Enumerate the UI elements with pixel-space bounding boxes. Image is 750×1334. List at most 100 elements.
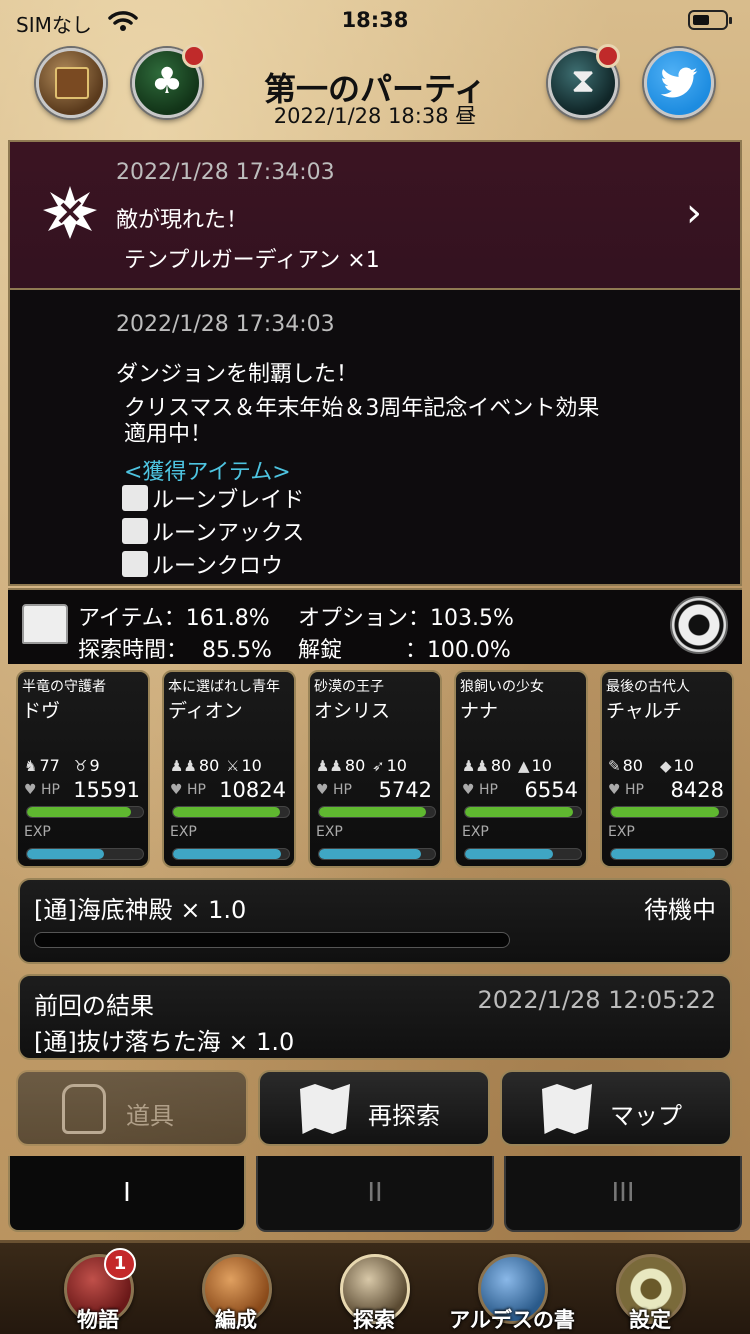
- hp-bar-fill: [27, 807, 132, 817]
- member-stat-2: ➶ 10: [372, 756, 407, 775]
- previous-result-datetime: 2022/1/28 12:05:22: [477, 986, 716, 1014]
- party-tab-2[interactable]: II: [256, 1156, 494, 1232]
- people-icon: ♟♟: [316, 757, 343, 775]
- event-log-panel[interactable]: 2022/1/28 17:34:03 敵が現れた！ テンプルガーディアン ×1 …: [8, 140, 742, 586]
- exp-bar-fill: [611, 849, 716, 859]
- party-tab-1[interactable]: I: [8, 1156, 246, 1232]
- axe-icon: [122, 518, 148, 544]
- header-datetime: 2022/1/28 18:38 昼: [273, 104, 477, 128]
- member-name: ナナ: [460, 700, 499, 722]
- exp-bar-fill: [173, 849, 281, 859]
- member-title: 最後の古代人: [606, 679, 690, 695]
- party-tab-3[interactable]: III: [504, 1156, 742, 1232]
- treasure-chest-icon: [22, 604, 68, 644]
- option-bonus: オプション：103.5%: [298, 606, 514, 631]
- hp-label: ♥ HP: [608, 782, 644, 798]
- member-stat-1: ♟♟ 80: [170, 756, 220, 775]
- mission-name: [通]海底神殿 × 1.0: [34, 896, 247, 924]
- hourglass-notification-badge: [596, 44, 620, 68]
- exp-bar: [464, 848, 582, 860]
- current-mission-panel[interactable]: [通]海底神殿 × 1.0 待機中: [18, 878, 732, 964]
- unlock-bonus: 解錠 ：100.0%: [298, 638, 511, 663]
- exp-bar: [318, 848, 436, 860]
- claw-icon: [122, 551, 148, 577]
- map-button-label: マップ: [610, 1102, 682, 1130]
- member-title: 砂漠の王子: [314, 679, 384, 695]
- log-entry-enemy[interactable]: 2022/1/28 17:34:03 敵が現れた！ テンプルガーディアン ×1 …: [10, 142, 740, 290]
- hp-value: 6554: [524, 778, 578, 802]
- log-timestamp: 2022/1/28 17:34:03: [116, 312, 335, 337]
- exp-bar: [172, 848, 290, 860]
- battery-icon: [688, 10, 732, 30]
- exp-label: EXP: [24, 824, 51, 840]
- log-event-effect-cont: 適用中！: [124, 422, 213, 447]
- hp-bar: [464, 806, 582, 818]
- nav-settings[interactable]: 設定: [570, 1304, 730, 1334]
- exp-bar-fill: [319, 849, 422, 859]
- bonus-summary-bar: アイテム：161.8% オプション：103.5% 探索時間： 85.5% 解錠 …: [8, 588, 742, 664]
- map-button[interactable]: マップ: [500, 1070, 732, 1146]
- member-stat-1: ✎ 80: [608, 756, 643, 775]
- feather-icon: ✎: [608, 757, 621, 775]
- member-name: チャルチ: [606, 700, 682, 722]
- mission-status: 待機中: [644, 896, 716, 924]
- item-row: ルーンクロウ: [122, 548, 283, 579]
- member-name: オシリス: [314, 700, 391, 722]
- previous-result-title: 前回の結果: [34, 992, 154, 1020]
- log-message: ダンジョンを制覇した！: [116, 362, 359, 387]
- hp-value: 5742: [378, 778, 432, 802]
- hp-value: 8428: [670, 778, 724, 802]
- people-icon: ♟♟: [170, 757, 197, 775]
- member-name: ディオン: [168, 700, 243, 722]
- hp-label: ♥ HP: [24, 782, 60, 798]
- exp-bar: [26, 848, 144, 860]
- search-time-bonus: 探索時間： 85.5%: [78, 638, 272, 663]
- previous-result-mission: [通]抜け落ちた海 × 1.0: [34, 1028, 295, 1056]
- items-button-label: 道具: [126, 1102, 174, 1130]
- item-row: ルーンブレイド: [122, 482, 304, 513]
- item-bonus: アイテム：161.8%: [78, 606, 270, 631]
- hp-bar: [26, 806, 144, 818]
- chevron-right-icon[interactable]: ›: [686, 190, 702, 236]
- member-stat-1: ♟♟ 80: [462, 756, 512, 775]
- party-member-card[interactable]: 最後の古代人 チャルチ ✎ 80 ◆ 10 ♥ HP 8428 EXP: [600, 670, 734, 868]
- member-stat-2: ⚔ 10: [226, 756, 262, 775]
- exp-label: EXP: [170, 824, 197, 840]
- party-member-card[interactable]: 本に選ばれし青年 ディオン ♟♟ 80 ⚔ 10 ♥ HP 10824 EXP: [162, 670, 296, 868]
- twitter-button[interactable]: [644, 48, 714, 118]
- sword-icon: [122, 485, 148, 511]
- log-timestamp: 2022/1/28 17:34:03: [116, 160, 335, 185]
- hp-value: 15591: [73, 778, 140, 802]
- exp-bar-fill: [27, 849, 104, 859]
- member-stat-1: ♞ 77: [24, 756, 60, 775]
- nav-formation[interactable]: 編成: [156, 1304, 316, 1334]
- party-member-card[interactable]: 半竜の守護者 ドヴ ♞ 77 ♉ 9 ♥ HP 15591 EXP: [16, 670, 150, 868]
- gear-icon[interactable]: [670, 596, 728, 654]
- previous-result-panel[interactable]: 前回の結果 2022/1/28 12:05:22 [通]抜け落ちた海 × 1.0: [18, 974, 732, 1060]
- nav-book[interactable]: アルデスの書: [432, 1304, 592, 1334]
- log-message: 敵が現れた！: [116, 208, 249, 233]
- party-member-card[interactable]: 砂漠の王子 オシリス ♟♟ 80 ➶ 10 ♥ HP 5742 EXP: [308, 670, 442, 868]
- member-title: 狼飼いの少女: [460, 679, 544, 695]
- exp-bar: [610, 848, 728, 860]
- item-row: ルーンアックス: [122, 515, 304, 546]
- re-explore-button[interactable]: 再探索: [258, 1070, 490, 1146]
- graduation-cap-icon: ◆: [660, 757, 672, 775]
- treasure-map-icon: [300, 1084, 350, 1134]
- nav-explore[interactable]: 探索: [294, 1304, 454, 1334]
- hp-label: ♥ HP: [170, 782, 206, 798]
- hp-bar-fill: [173, 807, 280, 817]
- horns-icon: ♉: [74, 757, 88, 775]
- hp-bar-fill: [465, 807, 573, 817]
- party-member-card[interactable]: 狼飼いの少女 ナナ ♟♟ 80 ▲ 10 ♥ HP 6554 EXP: [454, 670, 588, 868]
- member-stat-2: ♉ 9: [74, 756, 100, 775]
- exp-bar-fill: [465, 849, 554, 859]
- member-name: ドヴ: [22, 700, 61, 722]
- people-icon: ♟♟: [462, 757, 489, 775]
- member-stat-2: ▲ 10: [518, 756, 552, 775]
- items-button[interactable]: 道具: [16, 1070, 248, 1146]
- nav-story[interactable]: 物語: [18, 1304, 178, 1334]
- twitter-bird-icon: [660, 67, 698, 98]
- member-stat-1: ♟♟ 80: [316, 756, 366, 775]
- mission-progress-bar: [34, 932, 510, 948]
